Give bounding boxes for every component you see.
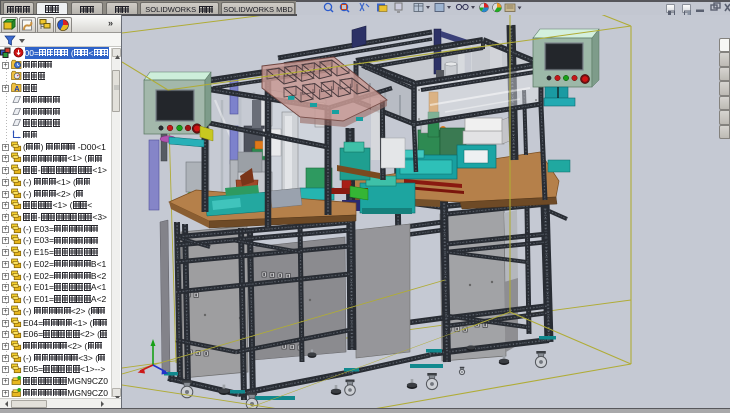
svg-text:A: A (14, 84, 20, 93)
